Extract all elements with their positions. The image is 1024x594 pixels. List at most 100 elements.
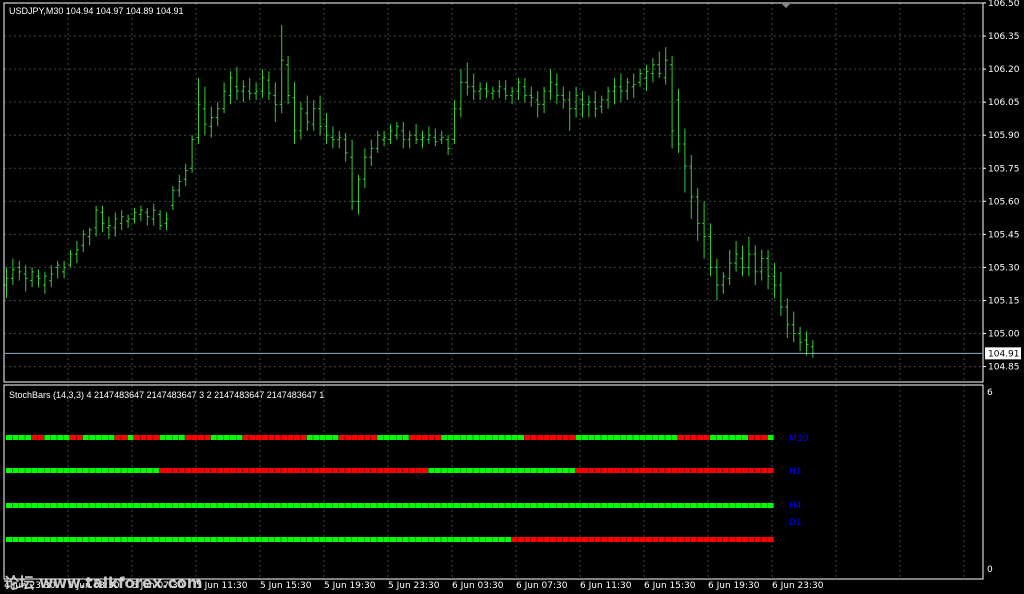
stoch-dot	[761, 468, 768, 473]
stoch-dot	[345, 537, 352, 542]
stoch-dot	[588, 435, 595, 440]
stoch-dot	[89, 537, 96, 542]
stoch-dot	[191, 435, 198, 440]
stoch-dot	[505, 537, 512, 542]
stoch-dot	[300, 503, 307, 508]
stoch-dot	[466, 435, 473, 440]
indicator-scale-min: 0	[987, 565, 993, 575]
stoch-dot	[716, 503, 723, 508]
stoch-dot	[121, 468, 128, 473]
stoch-dot	[690, 537, 697, 542]
stoch-dot	[678, 435, 684, 440]
stoch-dot	[409, 537, 416, 542]
stoch-dot	[153, 468, 160, 473]
stoch-dot	[652, 468, 659, 473]
stoch-dot	[556, 503, 563, 508]
stoch-dot	[326, 503, 332, 508]
stoch-dot	[530, 435, 537, 440]
stoch-dot	[633, 435, 640, 440]
stoch-dot	[50, 503, 57, 508]
stoch-dot	[57, 537, 64, 542]
stoch-dot	[402, 468, 409, 473]
stoch-dot	[191, 503, 198, 508]
stoch-dot	[639, 503, 646, 508]
stoch-dot	[159, 537, 166, 542]
stoch-dot	[217, 503, 224, 508]
time-tick-label: 6 Jun 11:30	[580, 581, 632, 591]
stoch-dot	[562, 468, 569, 473]
stoch-dot	[530, 503, 537, 508]
stoch-dot	[377, 537, 384, 542]
stoch-dot	[44, 468, 51, 473]
stoch-dot	[178, 468, 185, 473]
stoch-dot	[601, 435, 608, 440]
stoch-dot	[345, 468, 352, 473]
stoch-dot	[492, 435, 499, 440]
stoch-dot	[633, 537, 640, 542]
stoch-dot	[434, 537, 441, 542]
stoch-dot	[658, 468, 665, 473]
stoch-dot	[550, 435, 556, 440]
stoch-dot	[646, 435, 652, 440]
stoch-dot	[511, 468, 518, 473]
price-tick-label: 105.30	[988, 263, 1020, 273]
stoch-dot	[402, 435, 409, 440]
stoch-dot	[63, 468, 70, 473]
timeframe-label: D1	[789, 518, 802, 528]
stoch-dot	[697, 468, 704, 473]
stoch-dot	[338, 435, 345, 440]
stoch-dot	[748, 537, 755, 542]
stoch-dot	[18, 435, 25, 440]
stoch-dot	[332, 537, 339, 542]
stoch-dot	[505, 503, 512, 508]
stoch-dot	[454, 537, 460, 542]
stoch-dot	[582, 537, 588, 542]
stoch-dot	[31, 468, 38, 473]
stoch-dot	[25, 435, 32, 440]
stoch-dot	[466, 537, 473, 542]
stoch-dot	[319, 537, 326, 542]
stoch-dot	[466, 468, 473, 473]
stoch-dot	[626, 537, 633, 542]
stoch-dot	[498, 435, 505, 440]
stoch-dot	[479, 537, 486, 542]
stoch-dot	[454, 468, 460, 473]
stoch-dot	[466, 503, 473, 508]
stoch-dot	[89, 503, 96, 508]
stoch-dot	[25, 503, 32, 508]
stoch-dot	[735, 468, 742, 473]
stoch-dot	[652, 435, 659, 440]
stoch-dot	[70, 435, 76, 440]
stoch-dot	[722, 468, 729, 473]
stoch-dot	[191, 468, 198, 473]
stoch-dot	[313, 435, 320, 440]
stoch-dot	[6, 435, 12, 440]
stoch-dot	[255, 468, 262, 473]
stoch-dot	[140, 435, 147, 440]
stoch-dot	[582, 468, 588, 473]
stoch-dot	[108, 503, 115, 508]
stoch-dot	[742, 503, 748, 508]
stoch-dot	[38, 503, 44, 508]
time-tick-label: 5 Jun 11:30	[196, 581, 248, 591]
stoch-dot	[614, 435, 620, 440]
stoch-dot	[268, 503, 275, 508]
stoch-dot	[294, 537, 300, 542]
time-tick-label: 6 Jun 23:30	[772, 581, 824, 591]
stoch-dot	[364, 503, 371, 508]
stoch-dot	[159, 503, 166, 508]
stoch-dot	[70, 468, 76, 473]
stoch-dot	[377, 468, 384, 473]
stoch-dot	[332, 503, 339, 508]
stoch-dot	[351, 468, 358, 473]
stoch-dot	[44, 435, 51, 440]
stoch-dot	[396, 503, 403, 508]
stoch-dot	[345, 503, 352, 508]
stoch-dot	[697, 503, 704, 508]
stoch-dot	[134, 537, 140, 542]
stoch-dot	[537, 468, 544, 473]
stoch-dot	[153, 537, 160, 542]
price-tick-label: 105.60	[988, 197, 1020, 207]
time-tick-label: 6 Jun 19:30	[708, 581, 760, 591]
stoch-dot	[556, 537, 563, 542]
